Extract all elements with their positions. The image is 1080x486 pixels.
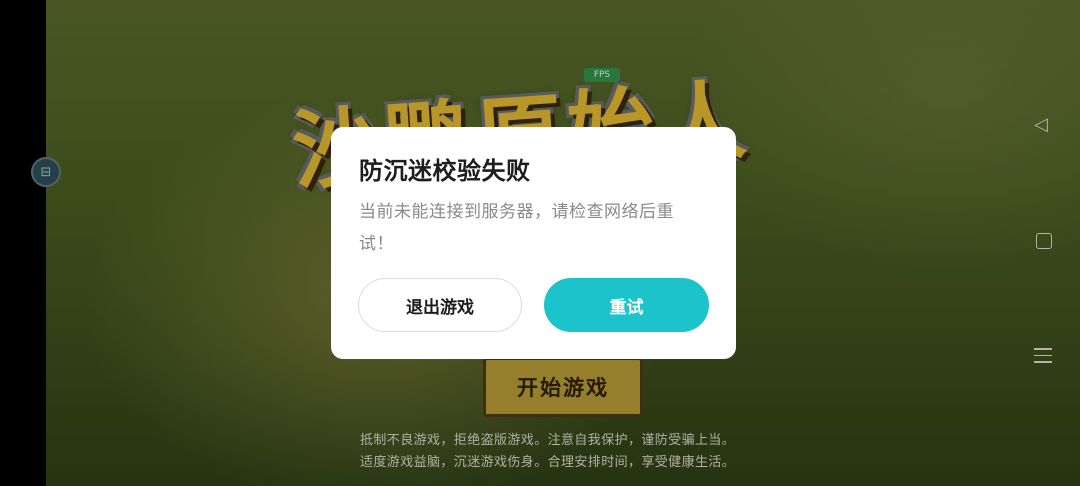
retry-button[interactable]: 重试 [544, 278, 709, 332]
anti-addiction-dialog: 防沉迷校验失败 当前未能连接到服务器，请检查网络后重试！ 退出游戏 重试 [331, 127, 736, 359]
dialog-title: 防沉迷校验失败 [359, 157, 531, 185]
dialog-button-row: 退出游戏 重试 [358, 278, 710, 332]
exit-game-button[interactable]: 退出游戏 [358, 278, 522, 332]
dialog-message: 当前未能连接到服务器，请检查网络后重试！ [359, 202, 674, 254]
